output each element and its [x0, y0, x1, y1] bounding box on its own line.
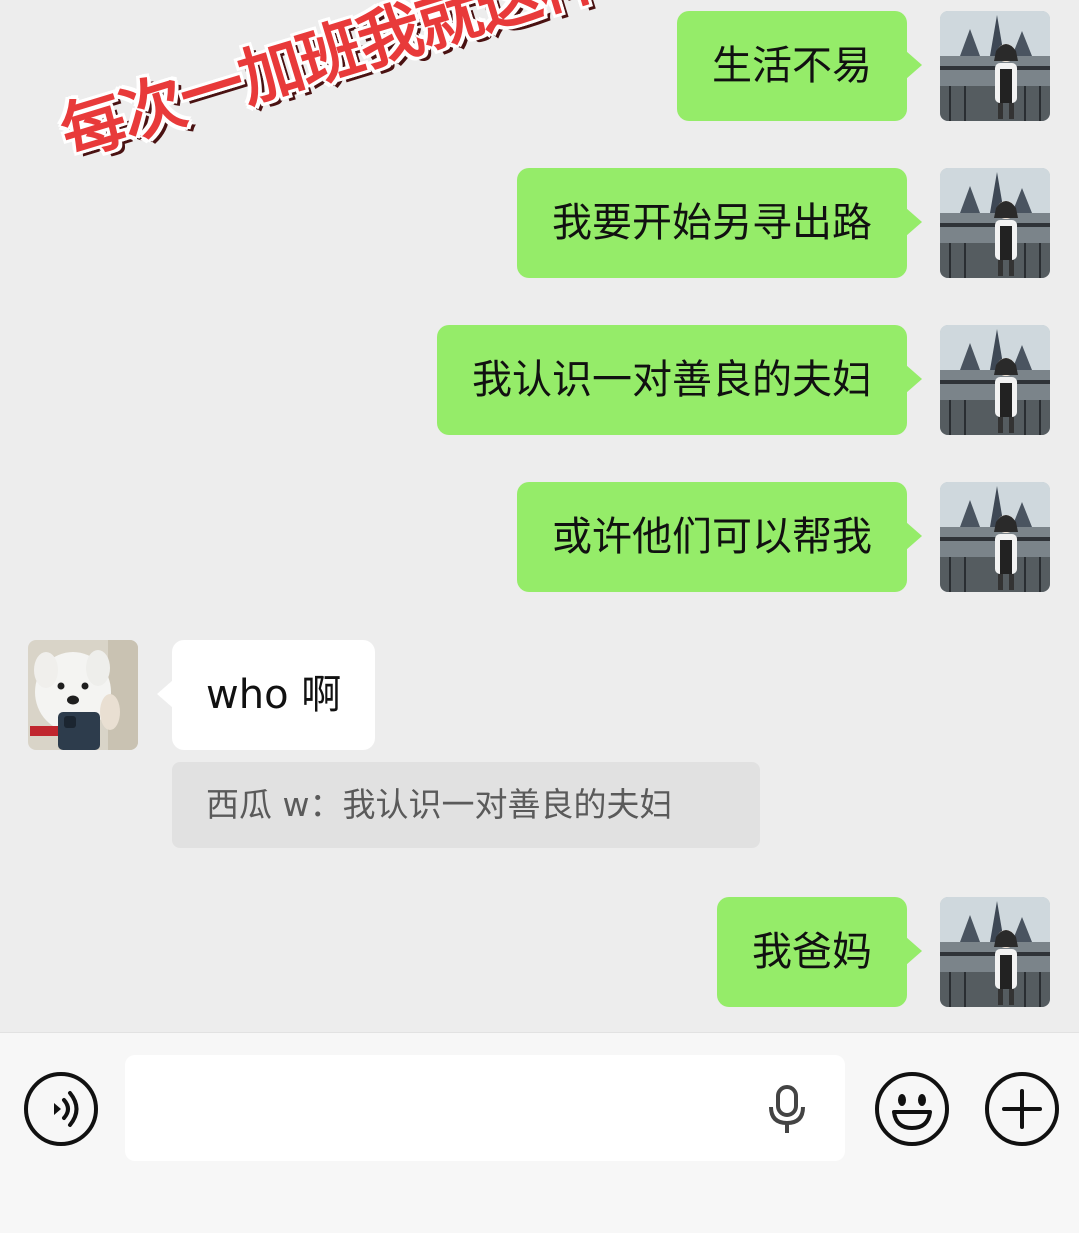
- more-options-button[interactable]: [985, 1072, 1059, 1146]
- quoted-message[interactable]: 西瓜 w：我认识一对善良的夫妇: [172, 762, 760, 848]
- message-input[interactable]: [125, 1055, 845, 1161]
- contact-avatar[interactable]: [28, 640, 138, 750]
- sent-message-bubble[interactable]: 我要开始另寻出路: [517, 168, 922, 278]
- chat-area: 生活不易 每次一加班我就这样 我要开始另寻出路 我认识一对善良的夫妇 或许他们可…: [0, 0, 1079, 1032]
- my-avatar[interactable]: [940, 11, 1050, 121]
- input-bar: [0, 1032, 1079, 1233]
- sent-message-bubble[interactable]: 我认识一对善良的夫妇: [437, 325, 922, 435]
- my-avatar[interactable]: [940, 168, 1050, 278]
- overlay-caption: 每次一加班我就这样: [52, 0, 608, 173]
- sent-message-bubble[interactable]: 生活不易: [677, 11, 922, 121]
- emoji-icon: [892, 1094, 932, 1130]
- voice-mode-icon: [54, 1091, 79, 1127]
- microphone-icon[interactable]: [767, 1085, 807, 1135]
- sent-message-bubble[interactable]: 我爸妈: [717, 897, 922, 1007]
- voice-mode-button[interactable]: [24, 1072, 98, 1146]
- my-avatar[interactable]: [940, 482, 1050, 592]
- my-avatar[interactable]: [940, 897, 1050, 1007]
- received-message-bubble[interactable]: who 啊: [156, 640, 376, 750]
- plus-icon: [1002, 1089, 1042, 1129]
- my-avatar[interactable]: [940, 325, 1050, 435]
- emoji-button[interactable]: [875, 1072, 949, 1146]
- sent-message-bubble[interactable]: 或许他们可以帮我: [517, 482, 922, 592]
